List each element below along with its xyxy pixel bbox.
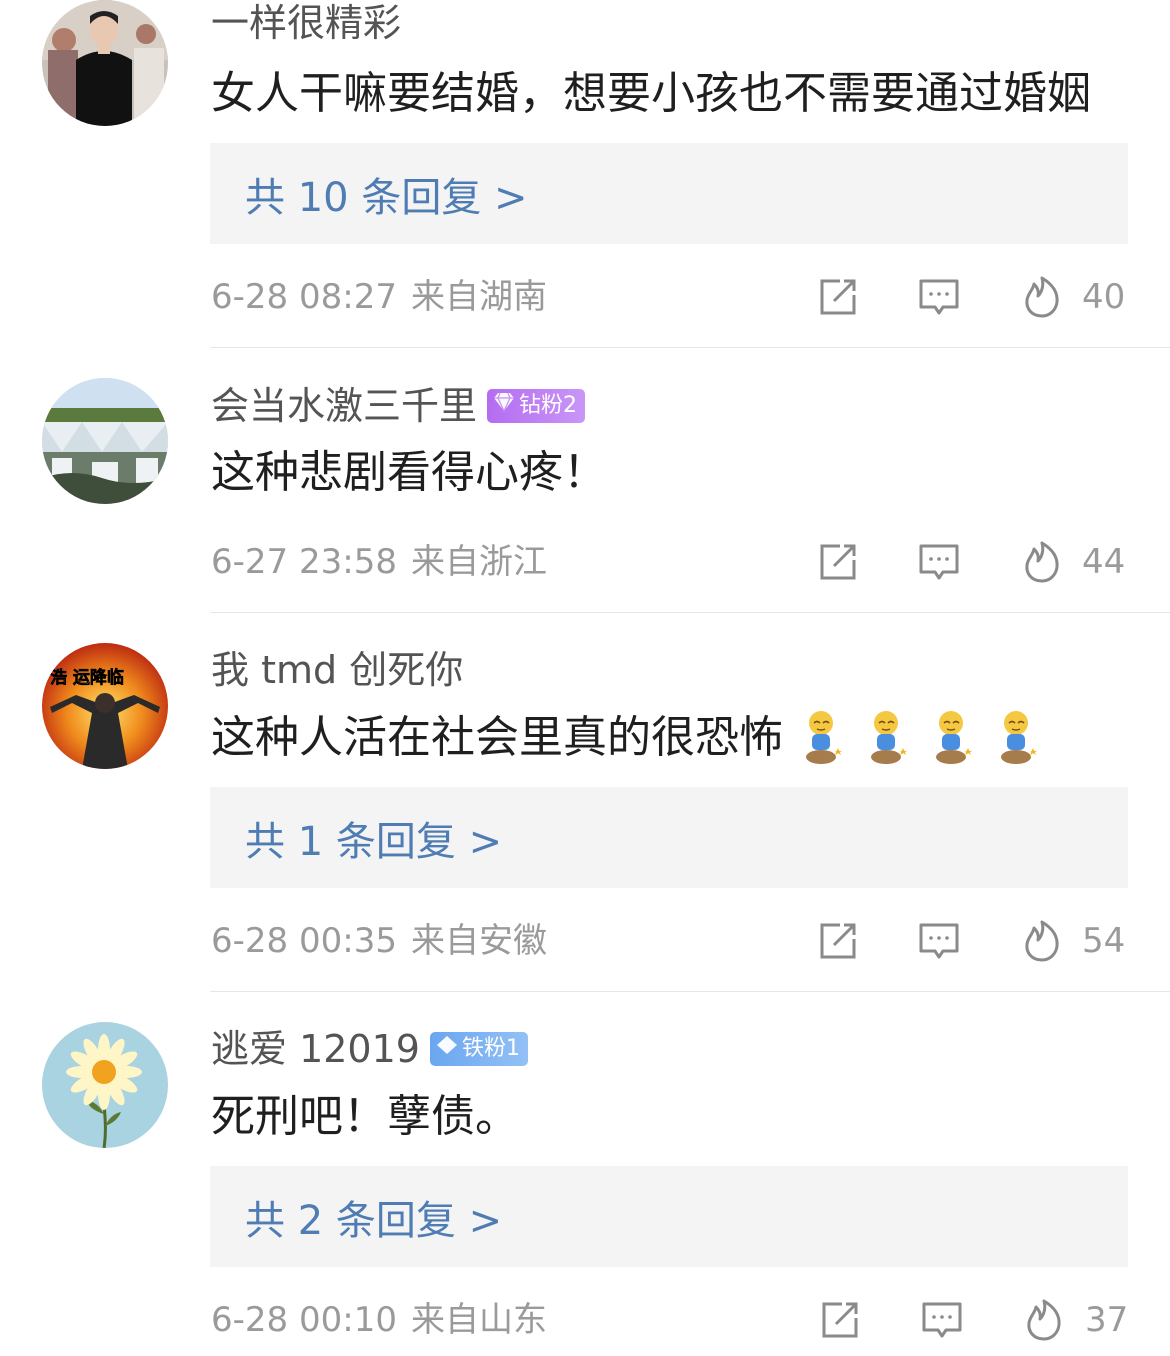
username[interactable]: 逃爱 12019 bbox=[211, 1023, 420, 1075]
comment-icon[interactable] bbox=[917, 275, 961, 319]
fan-badge[interactable]: 铁粉1 bbox=[429, 1032, 528, 1066]
comment-actions: 44 bbox=[0, 537, 1170, 587]
replies-box[interactable]: 共 10 条回复 > bbox=[210, 143, 1128, 244]
username-row: 我 tmd 创死你 bbox=[211, 644, 463, 696]
username-row: 逃爱 12019 铁粉1 bbox=[211, 1023, 528, 1075]
kneeling-emoji bbox=[801, 709, 849, 767]
comment-actions: 54 bbox=[0, 916, 1170, 966]
comment-body: 这种悲剧看得心疼！ bbox=[211, 447, 607, 498]
comment-text: 这种人活在社会里真的很恐怖 bbox=[211, 708, 1044, 768]
share-icon[interactable] bbox=[816, 919, 860, 963]
avatar[interactable] bbox=[42, 378, 168, 504]
comment-icon[interactable] bbox=[917, 919, 961, 963]
username-row: 一样很精彩 bbox=[211, 0, 401, 49]
fire-icon[interactable] bbox=[1022, 1298, 1066, 1342]
like-count: 40 bbox=[1082, 277, 1126, 317]
divider bbox=[210, 612, 1170, 613]
badge-label: 钻粉2 bbox=[519, 393, 578, 418]
comment-text: 女人干嘛要结婚，想要小孩也不需要通过婚姻 bbox=[211, 64, 1091, 124]
kneeling-emoji bbox=[996, 709, 1044, 767]
comment-body: 女人干嘛要结婚，想要小孩也不需要通过婚姻 bbox=[211, 68, 1091, 119]
share-icon[interactable] bbox=[816, 275, 860, 319]
comment-actions: 40 bbox=[0, 272, 1170, 322]
username[interactable]: 会当水激三千里 bbox=[211, 380, 477, 432]
fire-icon[interactable] bbox=[1020, 540, 1064, 584]
like-count: 44 bbox=[1082, 542, 1126, 582]
replies-box[interactable]: 共 2 条回复 > bbox=[210, 1166, 1128, 1267]
comment-body: 死刑吧！孽债。 bbox=[211, 1091, 519, 1142]
username-row: 会当水激三千里 钻粉2 bbox=[211, 380, 586, 432]
comment-text: 死刑吧！孽债。 bbox=[211, 1087, 519, 1147]
comment-actions: 37 bbox=[0, 1295, 1170, 1345]
kneeling-emoji bbox=[931, 709, 979, 767]
comment-icon[interactable] bbox=[917, 540, 961, 584]
replies-link[interactable]: 共 1 条回复 > bbox=[245, 809, 502, 867]
comment-icon[interactable] bbox=[920, 1298, 964, 1342]
avatar[interactable] bbox=[42, 1022, 168, 1148]
username[interactable]: 我 tmd 创死你 bbox=[211, 644, 463, 696]
avatar-caption: 浩 运降临 bbox=[50, 667, 124, 688]
fire-icon[interactable] bbox=[1020, 275, 1064, 319]
replies-link[interactable]: 共 2 条回复 > bbox=[245, 1188, 502, 1246]
avatar[interactable]: 浩 运降临 bbox=[42, 643, 168, 769]
fan-badge[interactable]: 钻粉2 bbox=[487, 389, 586, 423]
replies-link[interactable]: 共 10 条回复 > bbox=[245, 165, 528, 223]
comment-text: 这种悲剧看得心疼！ bbox=[211, 443, 607, 503]
divider bbox=[210, 991, 1170, 992]
badge-label: 铁粉1 bbox=[461, 1036, 520, 1061]
avatar[interactable] bbox=[42, 0, 168, 126]
kneeling-emoji bbox=[866, 709, 914, 767]
like-count: 54 bbox=[1082, 921, 1126, 961]
replies-box[interactable]: 共 1 条回复 > bbox=[210, 787, 1128, 888]
like-count: 37 bbox=[1085, 1300, 1129, 1340]
diamond-icon bbox=[493, 389, 515, 423]
username[interactable]: 一样很精彩 bbox=[211, 0, 401, 49]
fire-icon[interactable] bbox=[1020, 919, 1064, 963]
divider bbox=[210, 347, 1170, 348]
share-icon[interactable] bbox=[818, 1298, 862, 1342]
diamond-icon bbox=[436, 1032, 458, 1066]
comment-body: 这种人活在社会里真的很恐怖 bbox=[211, 712, 783, 763]
share-icon[interactable] bbox=[816, 540, 860, 584]
